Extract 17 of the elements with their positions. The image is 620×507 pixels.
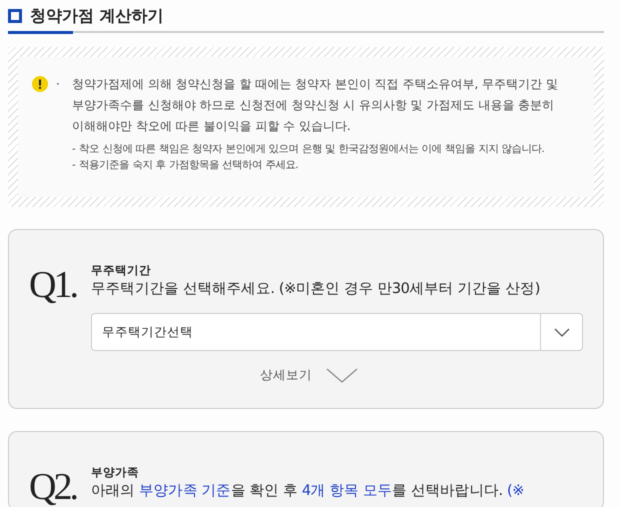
question-number: Q2. bbox=[29, 468, 78, 506]
question-label: 무주택기간 bbox=[91, 262, 152, 280]
notice-note: - 착오 신청에 따른 책임은 청약자 본인에게 있으며 은행 및 한국감정원에서는 이에 책임을 지지 않습니다. bbox=[72, 142, 546, 158]
warning-icon bbox=[32, 76, 48, 92]
question-text: 무주택기간을 선택해주세요. (※미혼인 경우 만30세부터 기간을 산정) bbox=[91, 280, 541, 300]
notice-note: - 적용기준을 숙지 후 가점항목을 선택하여 주세요. bbox=[72, 158, 300, 174]
question-label: 부양가족 bbox=[91, 464, 140, 482]
caret-icon bbox=[554, 328, 570, 337]
question-text: 아래의 부양가족 기준을 확인 후 4개 항목 모두를 선택바랍니다. (※ bbox=[91, 482, 525, 502]
period-select[interactable]: 무주택기간선택 bbox=[91, 313, 583, 352]
notice-text: 청약가점제에 의해 청약신청을 할 때에는 청약자 본인이 직접 주택소유여부, 무주택기간 및 부양가족수를 신청해야 하므로 신청전에 청약신청 시 유의사항 및 가점제도 내용을 충분히 이해해야만 착오에 따른 불이익을 피할 수 있습니다. bbox=[72, 76, 559, 136]
page-title: 청약가점 계산하기 bbox=[30, 6, 164, 26]
details-link[interactable]: 상세보기 bbox=[254, 365, 318, 386]
title-square-icon bbox=[8, 8, 22, 23]
chevron-down-icon bbox=[326, 368, 358, 384]
bullet: · bbox=[56, 76, 61, 94]
question-number: Q1. bbox=[29, 266, 78, 308]
